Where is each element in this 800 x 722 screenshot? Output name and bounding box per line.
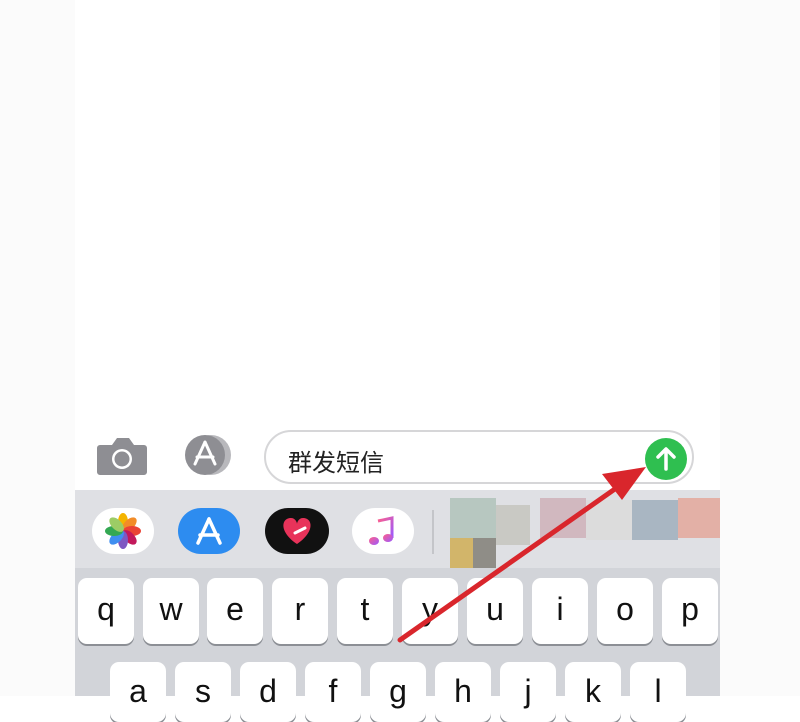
key-p[interactable]: p: [662, 578, 718, 644]
digital-touch-heart-icon[interactable]: [265, 508, 329, 554]
key-d[interactable]: d: [240, 662, 296, 722]
camera-icon[interactable]: [96, 433, 148, 477]
drawer-separator: [432, 510, 434, 554]
send-button[interactable]: [645, 438, 687, 480]
right-margin: [720, 0, 800, 696]
key-h[interactable]: h: [435, 662, 491, 722]
photos-icon[interactable]: [92, 508, 154, 554]
message-text: 群发短信: [288, 449, 384, 477]
key-r[interactable]: r: [272, 578, 328, 644]
key-u[interactable]: u: [467, 578, 523, 644]
key-s[interactable]: s: [175, 662, 231, 722]
key-j[interactable]: j: [500, 662, 556, 722]
blurred-app[interactable]: [678, 498, 720, 538]
blurred-app[interactable]: [540, 498, 586, 538]
app-store-icon[interactable]: [178, 508, 240, 554]
key-i[interactable]: i: [532, 578, 588, 644]
message-input[interactable]: 群发短信: [264, 430, 694, 484]
arrow-up-icon: [656, 447, 676, 471]
music-icon[interactable]: [352, 508, 414, 554]
blurred-app[interactable]: [450, 498, 496, 538]
key-g[interactable]: g: [370, 662, 426, 722]
key-t[interactable]: t: [337, 578, 393, 644]
key-q[interactable]: q: [78, 578, 134, 644]
blurred-app[interactable]: [586, 500, 632, 540]
blurred-app[interactable]: [632, 500, 678, 540]
blurred-app: [496, 505, 530, 545]
key-l[interactable]: l: [630, 662, 686, 722]
key-w[interactable]: w: [143, 578, 199, 644]
left-margin: [0, 0, 75, 696]
key-k[interactable]: k: [565, 662, 621, 722]
app-store-icon[interactable]: [181, 433, 237, 477]
key-y[interactable]: y: [402, 578, 458, 644]
key-a[interactable]: a: [110, 662, 166, 722]
key-e[interactable]: e: [207, 578, 263, 644]
key-f[interactable]: f: [305, 662, 361, 722]
key-o[interactable]: o: [597, 578, 653, 644]
